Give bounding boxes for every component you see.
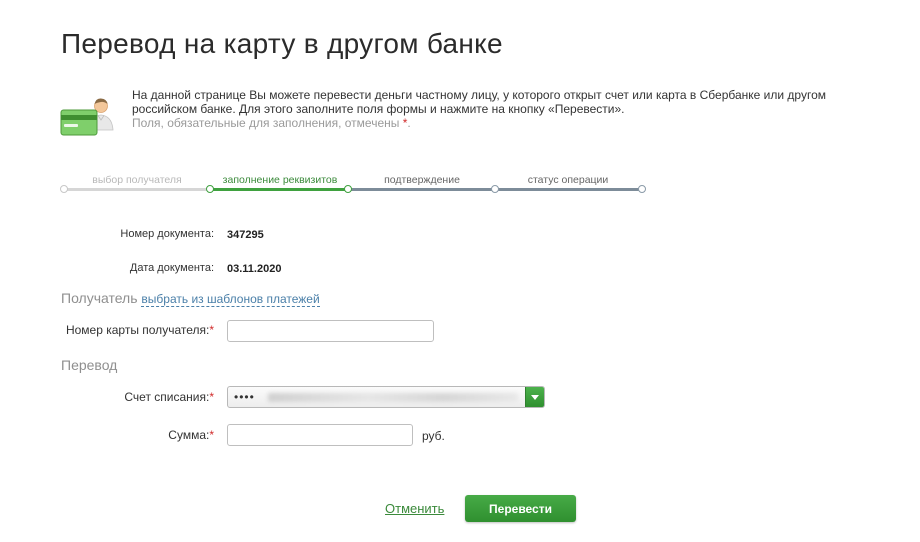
debit-account-label-text: Счет списания: bbox=[124, 390, 210, 404]
currency-label: руб. bbox=[422, 429, 445, 443]
step-dot-details bbox=[344, 185, 352, 193]
page-title: Перевод на карту в другом банке bbox=[61, 28, 503, 59]
step-line-active bbox=[210, 188, 350, 191]
recipient-card-input[interactable] bbox=[227, 320, 434, 342]
document-number-label: Номер документа: bbox=[120, 228, 214, 240]
recipient-section-title: Получатель bbox=[61, 290, 138, 306]
debit-account-select[interactable]: •••• bbox=[227, 386, 545, 408]
required-asterisk: * bbox=[209, 323, 214, 337]
amount-label: Сумма:* bbox=[168, 428, 214, 442]
document-date-label: Дата документа: bbox=[129, 262, 214, 274]
step-dot-start bbox=[60, 185, 68, 193]
document-number-value: 347295 bbox=[227, 229, 264, 241]
debit-account-label: Счет списания:* bbox=[124, 390, 214, 404]
required-asterisk: * bbox=[209, 390, 214, 404]
amount-label-text: Сумма: bbox=[168, 428, 210, 442]
document-date-value: 03.11.2020 bbox=[227, 263, 282, 275]
step-select-recipient: выбор получателя bbox=[92, 174, 182, 186]
step-dot-recipient bbox=[206, 185, 214, 193]
transfer-section-title: Перевод bbox=[61, 357, 118, 373]
step-confirmation: подтверждение bbox=[384, 174, 460, 186]
step-dot-status bbox=[638, 185, 646, 193]
required-fields-note: Поля, обязательные для заполнения, отмеч… bbox=[132, 116, 400, 130]
required-asterisk: * bbox=[209, 428, 214, 442]
recipient-card-label-text: Номер карты получателя: bbox=[65, 323, 210, 337]
amount-input[interactable] bbox=[227, 424, 413, 446]
progress-steps: выбор получателя заполнение реквизитов п… bbox=[60, 170, 646, 196]
step-dot-confirmation bbox=[491, 185, 499, 193]
transfer-button[interactable]: Перевести bbox=[465, 495, 576, 522]
choose-template-link[interactable]: выбрать из шаблонов платежей bbox=[141, 292, 320, 307]
masked-account-details bbox=[268, 393, 518, 402]
recipient-card-label: Номер карты получателя:* bbox=[66, 323, 214, 337]
step-line-done bbox=[64, 188, 210, 191]
step-operation-status: статус операции bbox=[527, 174, 609, 186]
card-user-icon bbox=[60, 96, 120, 140]
intro-text: На данной странице Вы можете перевести д… bbox=[132, 88, 827, 116]
recipient-section: Получатель выбрать из шаблонов платежей bbox=[61, 290, 320, 307]
cancel-link[interactable]: Отменить bbox=[385, 501, 444, 516]
step-fill-details: заполнение реквизитов bbox=[222, 174, 338, 186]
required-note-end: . bbox=[407, 116, 411, 130]
debit-account-value: •••• bbox=[234, 390, 255, 404]
intro-description: На данной странице Вы можете перевести д… bbox=[132, 88, 892, 130]
chevron-down-icon[interactable] bbox=[525, 387, 544, 407]
